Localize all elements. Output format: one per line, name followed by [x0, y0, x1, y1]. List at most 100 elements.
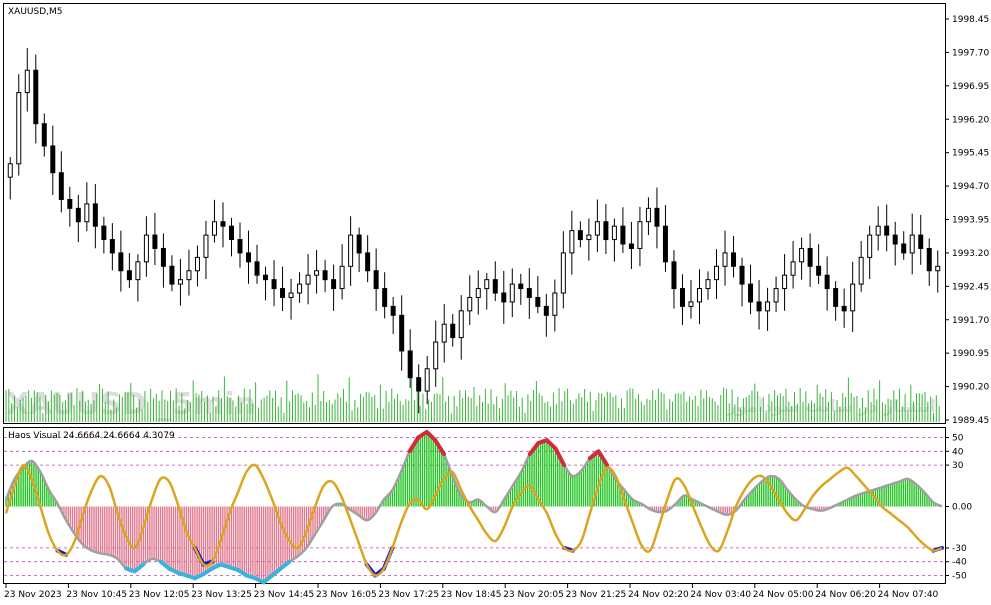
bear-candle-body — [331, 279, 337, 290]
bull-candle-body — [560, 252, 566, 294]
bull-candle-body — [586, 234, 592, 241]
bear-candle-body — [450, 323, 456, 339]
bear-candle-body — [841, 305, 847, 312]
bear-candle-body — [416, 377, 422, 392]
bear-candle-body — [118, 252, 124, 272]
price-tick-label: 1990.95 — [952, 349, 989, 359]
time-tick-label: 24 Nov 07:40 — [878, 590, 939, 600]
bull-candle-body — [458, 310, 464, 339]
bear-candle-body — [152, 234, 158, 249]
bull-candle-body — [339, 265, 345, 290]
bear-candle-body — [365, 252, 371, 272]
time-tick-label: 23 Nov 18:45 — [441, 590, 502, 600]
bull-candle-body — [782, 274, 788, 290]
bear-candle-body — [228, 225, 234, 241]
bull-candle-body — [424, 368, 430, 392]
time-tick-label: 23 Nov 16:05 — [316, 590, 377, 600]
bear-candle-body — [271, 279, 277, 290]
time-tick-label: 23 Nov 12:05 — [129, 590, 190, 600]
indicator-label: Haos Visual 24.6664 24.6664 4.3079 — [8, 431, 175, 441]
bull-candle-body — [305, 274, 311, 285]
level-tick-label: 30 — [952, 461, 964, 471]
time-tick-label: 23 Nov 10:45 — [66, 590, 127, 600]
bull-candle-body — [611, 225, 617, 241]
bear-candle-body — [662, 225, 668, 263]
price-tick-label: 1990.20 — [952, 383, 989, 393]
bear-candle-body — [492, 279, 498, 294]
bull-candle-body — [7, 163, 13, 178]
bull-candle-body — [696, 288, 702, 303]
bear-candle-body — [263, 274, 269, 281]
bull-candle-body — [765, 301, 771, 312]
bull-candle-body — [135, 261, 141, 281]
bull-candle-body — [288, 292, 294, 298]
bull-candle-body — [194, 256, 200, 272]
time-tick-label: 24 Nov 03:40 — [690, 590, 751, 600]
level-tick-label: -50 — [952, 571, 967, 581]
level-tick-label: 0.00 — [952, 503, 972, 513]
bear-candle-body — [620, 225, 626, 245]
bull-candle-body — [773, 288, 779, 303]
bear-candle-body — [356, 234, 362, 254]
bull-candle-body — [552, 292, 558, 316]
trading-chart[interactable]: XAUUSD _5min انتشار در سایت سودآموز XAUU… — [0, 0, 991, 605]
bear-candle-body — [126, 270, 132, 281]
level-tick-label: -40 — [952, 558, 967, 568]
time-tick-label: 23 Nov 13:25 — [191, 590, 252, 600]
bull-candle-body — [858, 256, 864, 285]
bull-candle-body — [637, 221, 643, 249]
bull-candle-body — [16, 92, 22, 165]
time-tick-label: 24 Nov 02:20 — [628, 590, 689, 600]
bull-candle-body — [348, 234, 354, 267]
bear-candle-body — [41, 123, 47, 147]
bear-candle-body — [399, 314, 405, 352]
bear-candle-body — [739, 265, 745, 285]
bull-candle-body — [314, 270, 320, 276]
bull-candle-body — [467, 296, 473, 312]
bear-candle-body — [756, 301, 762, 312]
bear-candle-body — [169, 265, 175, 285]
bear-candle-body — [816, 265, 822, 276]
bear-candle-body — [892, 234, 898, 245]
bear-candle-body — [50, 145, 56, 174]
time-tick-label: 23 Nov 20:05 — [503, 590, 564, 600]
bear-candle-body — [109, 239, 115, 254]
bear-candle-body — [237, 239, 243, 254]
bull-candle-body — [594, 221, 600, 236]
bull-candle-body — [875, 225, 881, 236]
bull-candle-body — [484, 279, 490, 290]
bear-candle-body — [824, 274, 830, 290]
bear-candle-body — [671, 261, 677, 290]
bear-candle-body — [731, 252, 737, 267]
bear-candle-body — [543, 305, 549, 316]
time-tick-label: 24 Nov 06:20 — [815, 590, 876, 600]
bear-candle-body — [901, 243, 907, 254]
bull-candle-body — [688, 301, 694, 307]
bear-candle-body — [833, 288, 839, 307]
bull-candle-body — [790, 261, 796, 276]
price-tick-label: 1993.20 — [952, 249, 989, 259]
bear-candle-body — [373, 270, 379, 290]
bear-candle-body — [884, 225, 890, 236]
bull-candle-body — [203, 234, 209, 258]
bull-candle-body — [433, 341, 439, 370]
level-tick-label: -30 — [952, 544, 967, 554]
time-tick-label: 23 Nov 2023 — [4, 590, 62, 600]
bear-candle-body — [58, 172, 64, 200]
price-tick-label: 1994.70 — [952, 182, 989, 192]
bull-candle-body — [211, 221, 217, 236]
time-tick-label: 23 Nov 21:25 — [566, 590, 627, 600]
bear-candle-body — [603, 221, 609, 241]
price-tick-label: 1996.20 — [952, 115, 989, 125]
bear-candle-body — [501, 292, 507, 303]
price-tick-label: 1991.70 — [952, 316, 989, 326]
bull-candle-body — [297, 283, 303, 294]
price-tick-label: 1997.70 — [952, 48, 989, 58]
bull-candle-body — [850, 283, 856, 312]
bull-candle-body — [714, 265, 720, 281]
price-tick-label: 1995.45 — [952, 149, 989, 159]
price-tick-label: 1996.95 — [952, 82, 989, 92]
bull-candle-body — [867, 234, 873, 258]
bull-candle-body — [84, 203, 90, 223]
main-price-panel[interactable] — [3, 3, 946, 424]
